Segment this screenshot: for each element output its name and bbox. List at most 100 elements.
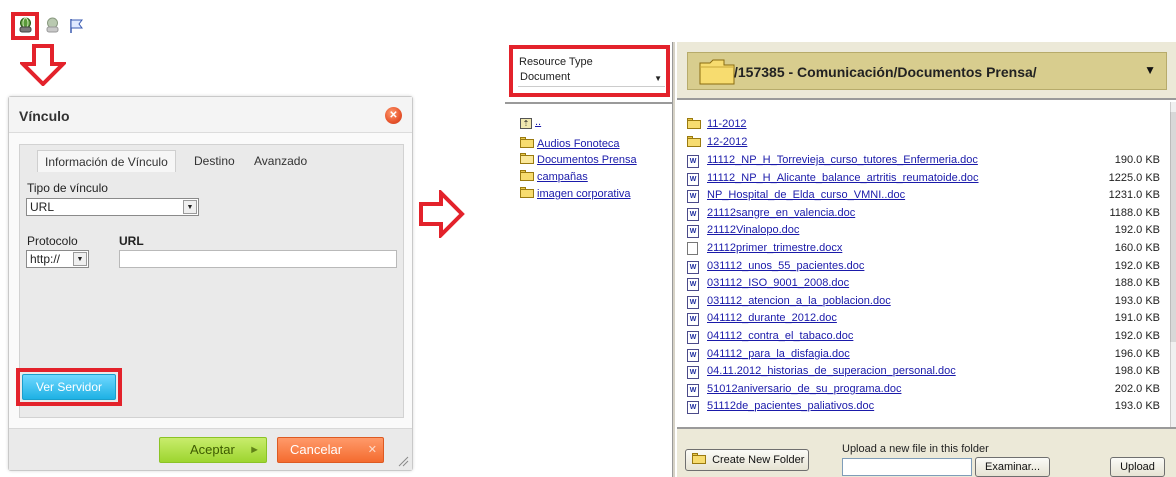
tree-item-label: campañas bbox=[537, 171, 588, 183]
file-row[interactable]: W NP_Hospital_de_Elda_curso_VMNI..doc 1231… bbox=[687, 189, 1162, 204]
file-row[interactable]: W 11112_NP_H_Alicante_balance_artritis_re… bbox=[687, 172, 1162, 186]
file-size: 1225.0 KB bbox=[1108, 171, 1160, 184]
file-size: 198.0 KB bbox=[1114, 365, 1160, 378]
file-row[interactable]: W 031112_ISO_9001_2008.doc 188.0 KB bbox=[687, 277, 1162, 292]
file-name: 11112_NP_H_Torrevieja_curso_tutores_Enfe… bbox=[707, 154, 978, 166]
file-name: 031112_ISO_9001_2008.doc bbox=[707, 277, 850, 290]
file-size: 192.0 KB bbox=[1114, 330, 1160, 342]
folder-name: 11-2012 bbox=[707, 118, 747, 130]
file-name: 041112_durante_2012.doc bbox=[707, 312, 837, 325]
protocol-select[interactable]: http:// ▼ bbox=[26, 250, 89, 268]
url-input[interactable] bbox=[119, 250, 397, 268]
file-name: 041112_contra_el_tabaco.doc bbox=[707, 330, 854, 342]
unlink-icon[interactable] bbox=[44, 17, 61, 34]
word-doc-icon: W bbox=[687, 277, 699, 292]
file-row[interactable]: W 041112_durante_2012.doc 191.0 KB bbox=[687, 312, 1162, 327]
scrollbar[interactable] bbox=[1170, 102, 1176, 427]
file-size: 1231.0 KB bbox=[1108, 189, 1160, 202]
file-size: 188.0 KB bbox=[1114, 277, 1160, 290]
tree-item-imagen-corporativa[interactable]: imagen corporativa bbox=[520, 187, 631, 200]
create-folder-button[interactable]: Create New Folder bbox=[685, 449, 809, 471]
word-doc-icon: W bbox=[687, 207, 699, 221]
folder-icon bbox=[520, 170, 534, 181]
file-row[interactable]: W 041112_contra_el_tabaco.doc 192.0 KB bbox=[687, 330, 1162, 344]
file-size: 202.0 KB bbox=[1114, 382, 1160, 395]
chevron-down-icon[interactable]: ▼ bbox=[1144, 63, 1156, 77]
file-row[interactable]: W 21112sangre_en_valencia.doc 1188.0 KB bbox=[687, 207, 1162, 221]
url-label: URL bbox=[119, 234, 144, 248]
protocol-label: Protocolo bbox=[27, 234, 78, 248]
file-row[interactable]: W 041112_para_la_disfagia.doc 196.0 KB bbox=[687, 348, 1162, 362]
create-folder-label: Create New Folder bbox=[712, 454, 805, 466]
file-size: 196.0 KB bbox=[1114, 347, 1160, 360]
file-row[interactable]: W 11112_NP_H_Torrevieja_curso_tutores_Enf… bbox=[687, 154, 1162, 168]
word-doc-icon: W bbox=[687, 348, 699, 362]
file-row[interactable]: W 51112de_pacientes_paliativos.doc 193.0 K… bbox=[687, 400, 1162, 415]
tree-item-audios-fonoteca[interactable]: Audios Fonoteca bbox=[520, 137, 620, 150]
word-doc-icon: W bbox=[687, 295, 699, 309]
file-name: 21112sangre_en_valencia.doc bbox=[707, 206, 856, 219]
highlight-resource-type bbox=[509, 45, 670, 97]
file-size: 191.0 KB bbox=[1114, 312, 1160, 325]
word-doc-icon: W bbox=[687, 154, 699, 168]
word-doc-icon: W bbox=[687, 312, 699, 327]
chevron-down-icon: ▼ bbox=[73, 252, 87, 266]
file-name: 21112Vinalopo.doc bbox=[707, 224, 800, 237]
folder-icon bbox=[699, 59, 735, 85]
file-size: 190.0 KB bbox=[1114, 154, 1160, 166]
link-type-value: URL bbox=[30, 200, 55, 214]
word-doc-icon: W bbox=[687, 400, 699, 415]
tree-item-label: Audios Fonoteca bbox=[537, 138, 620, 150]
file-row[interactable]: W 031112_unos_55_pacientes.doc 192.0 KB bbox=[687, 260, 1162, 274]
tree-item-label: .. bbox=[535, 116, 542, 128]
file-name: 51112de_pacientes_paliativos.doc bbox=[707, 400, 875, 413]
file-row[interactable]: 21112primer_trimestre.docx 160.0 KB bbox=[687, 242, 1162, 256]
file-name: 04.11.2012_historias_de_superacion_perso… bbox=[707, 365, 956, 378]
browse-server-button[interactable]: Ver Servidor bbox=[22, 374, 116, 400]
file-name: 21112primer_trimestre.docx bbox=[707, 242, 843, 254]
folder-icon bbox=[520, 187, 534, 198]
path-bar[interactable]: /157385 - Comunicación/Documentos Prensa… bbox=[687, 52, 1167, 90]
panel-splitter[interactable] bbox=[672, 42, 675, 477]
upload-file-input[interactable] bbox=[842, 458, 972, 476]
file-row[interactable]: W 04.11.2012_historias_de_superacion_pers… bbox=[687, 365, 1162, 380]
chevron-right-icon: ► bbox=[249, 444, 260, 456]
file-name: 031112_unos_55_pacientes.doc bbox=[707, 259, 865, 272]
file-size: 193.0 KB bbox=[1114, 294, 1160, 307]
folder-open-icon bbox=[520, 153, 534, 164]
protocol-value: http:// bbox=[30, 252, 61, 266]
file-row[interactable]: W 21112Vinalopo.doc 192.0 KB bbox=[687, 224, 1162, 239]
upload-footer: Create New Folder Upload a new file in t… bbox=[677, 427, 1176, 477]
word-doc-icon: W bbox=[687, 330, 699, 344]
tree-item-documentos-prensa[interactable]: Documentos Prensa bbox=[520, 153, 637, 166]
folder-icon bbox=[692, 453, 706, 464]
link-dialog: Vínculo ✕ Información de Vínculo Destino… bbox=[8, 96, 413, 471]
word-doc-icon: W bbox=[687, 189, 699, 204]
link-icon[interactable] bbox=[17, 17, 34, 34]
anchor-flag-icon[interactable] bbox=[68, 17, 85, 34]
word-doc-icon: W bbox=[687, 260, 699, 274]
current-path: /157385 - Comunicación/Documentos Prensa… bbox=[734, 64, 1037, 80]
file-name: 041112_para_la_disfagia.doc bbox=[707, 347, 850, 360]
file-row[interactable]: W 031112_atencion_a_la_poblacion.doc 193.0… bbox=[687, 295, 1162, 309]
tree-item-up[interactable]: ⇡.. bbox=[520, 116, 541, 129]
folder-row[interactable]: 12-2012 bbox=[687, 136, 1162, 150]
upload-button[interactable]: Upload bbox=[1110, 457, 1165, 477]
upload-prompt: Upload a new file in this folder bbox=[842, 443, 989, 455]
scrollbar-thumb[interactable] bbox=[1170, 112, 1176, 342]
folder-tree-panel: Resource Type Document ▼ ⇡.. Audios Fono… bbox=[505, 42, 672, 477]
path-header: /157385 - Comunicación/Documentos Prensa… bbox=[677, 42, 1176, 100]
folder-row[interactable]: 11-2012 bbox=[687, 118, 1162, 132]
file-row[interactable]: W 51012aniversario_de_su_programa.doc 202.… bbox=[687, 383, 1162, 397]
tree-item-campanas[interactable]: campañas bbox=[520, 170, 588, 183]
ok-button[interactable]: Aceptar ► bbox=[159, 437, 267, 463]
resize-grip-icon[interactable] bbox=[397, 455, 409, 467]
chevron-down-icon: ▼ bbox=[183, 200, 197, 214]
cancel-button[interactable]: Cancelar ✕ bbox=[277, 437, 384, 463]
down-arrow-annotation bbox=[20, 44, 66, 86]
ok-button-label: Aceptar bbox=[190, 442, 235, 457]
browse-file-button[interactable]: Examinar... bbox=[975, 457, 1050, 477]
file-size: 193.0 KB bbox=[1114, 400, 1160, 413]
word-doc-icon: W bbox=[687, 365, 699, 380]
link-type-select[interactable]: URL ▼ bbox=[26, 198, 199, 216]
